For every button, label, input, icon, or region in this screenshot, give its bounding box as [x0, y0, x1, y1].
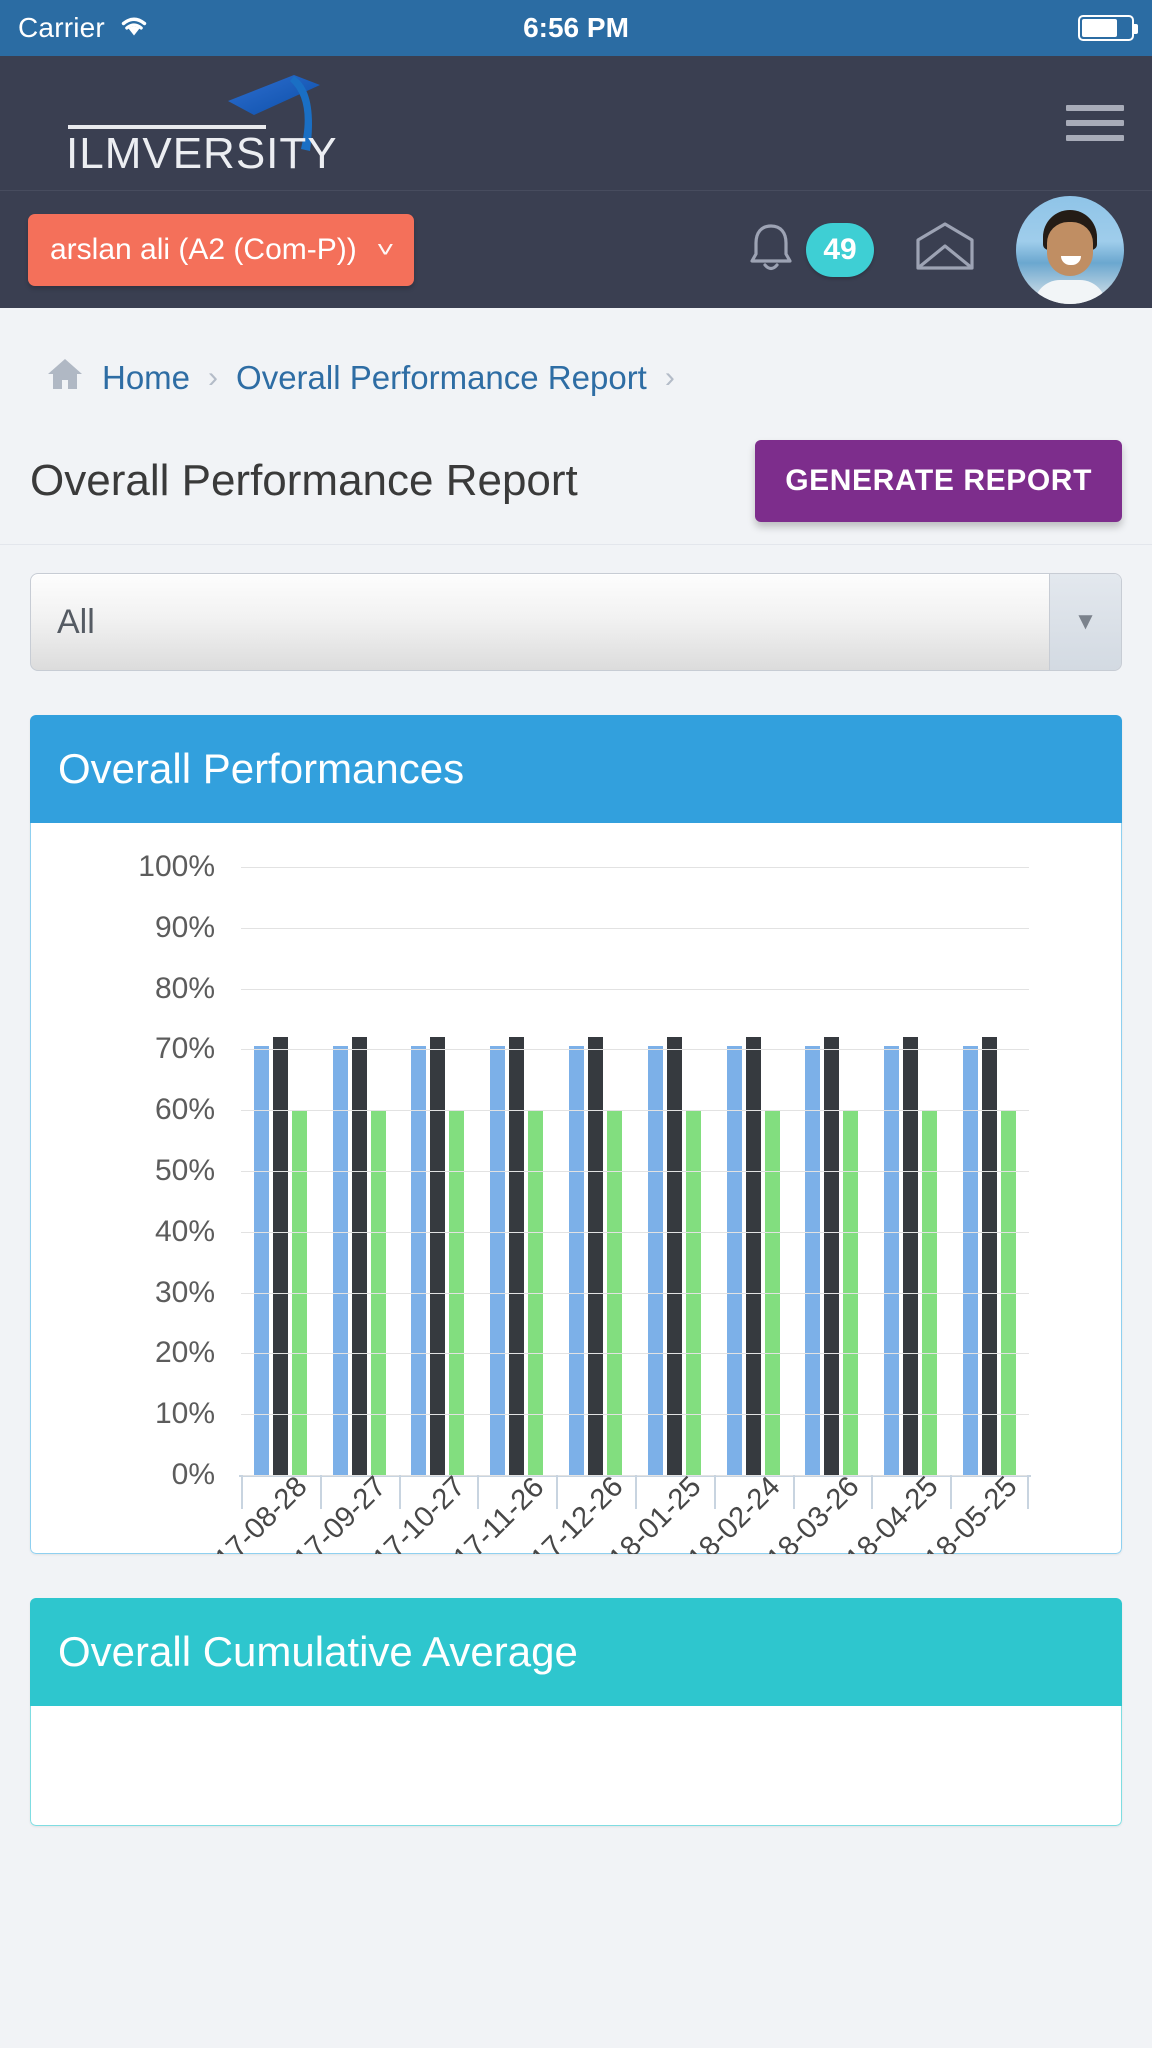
chart-gridline: 100% — [138, 850, 1029, 883]
breadcrumb-item-home[interactable]: Home — [102, 359, 190, 397]
chart-x-tick — [477, 1475, 480, 1509]
chart-gridline: 60% — [155, 1093, 1029, 1126]
main-content: Home › Overall Performance Report › Over… — [0, 308, 1152, 1826]
user-toolbar-actions: 49 — [744, 195, 1124, 304]
chart-y-tick-label: 90% — [154, 910, 215, 944]
report-filter-selected-value: All — [57, 602, 95, 641]
chart-x-tick — [556, 1475, 559, 1509]
breadcrumb-item-report[interactable]: Overall Performance Report — [236, 359, 647, 397]
chart-x-tick — [871, 1475, 874, 1509]
chart-gridline: 70% — [155, 1032, 1029, 1065]
chart-bar — [588, 1037, 604, 1475]
breadcrumb: Home › Overall Performance Report › — [0, 308, 1152, 440]
user-context-dropdown[interactable]: arslan ali (A2 (Com-P)) ˅ — [28, 213, 414, 286]
caret-down-icon: ▼ — [1049, 574, 1121, 670]
chart-y-tick-label: 30% — [154, 1275, 215, 1309]
generate-report-button[interactable]: GENERATE REPORT — [755, 440, 1122, 522]
chart-gridline: 40% — [155, 1215, 1029, 1248]
envelope-icon — [914, 222, 976, 276]
chart-gridline: 10% — [155, 1397, 1029, 1430]
chart-y-tick-label: 70% — [154, 1032, 215, 1066]
messages-button[interactable] — [914, 222, 976, 277]
user-context-label: arslan ali (A2 (Com-P)) — [50, 232, 357, 266]
chart-gridline: 80% — [155, 972, 1029, 1005]
status-bar-left: Carrier — [18, 12, 151, 44]
chart-bar — [666, 1037, 682, 1475]
avatar[interactable] — [1016, 195, 1124, 304]
wifi-icon — [117, 13, 151, 44]
carrier-label: Carrier — [18, 12, 105, 43]
chart-y-tick-label: 60% — [154, 1093, 215, 1127]
overall-performances-card: Overall Performances 100% 90% 80% 70% 60% 50%… — [30, 715, 1122, 1554]
chart-gridline: 20% — [155, 1336, 1029, 1369]
chart-y-tick-label: 40% — [154, 1214, 215, 1248]
status-bar-clock: 6:56 PM — [523, 12, 629, 43]
chart-bar — [745, 1037, 761, 1475]
overall-performances-card-body: 100% 90% 80% 70% 60% 50% 40% 30% 20% 10% 0% 2017-0… — [30, 823, 1122, 1554]
chart-bar — [824, 1037, 840, 1475]
hamburger-menu-icon[interactable] — [1066, 105, 1124, 141]
chart-bar — [272, 1037, 288, 1475]
chart-y-tick-label: 0% — [171, 1458, 215, 1491]
logo-text: ILMVERSITY — [66, 129, 338, 178]
chart-bar — [509, 1037, 525, 1475]
status-bar-right — [1078, 15, 1138, 41]
user-toolbar: arslan ali (A2 (Com-P)) ˅ 49 — [0, 190, 1152, 308]
chart-x-tick — [1027, 1475, 1029, 1509]
chevron-down-icon: ˅ — [376, 236, 395, 262]
performance-bar-chart: 100% 90% 80% 70% 60% 50% 40% 30% 20% 10% 0% 2017-0… — [31, 823, 1121, 1554]
bell-icon — [744, 218, 798, 281]
chart-x-tick — [398, 1475, 401, 1509]
page-header: Overall Performance Report GENERATE REPO… — [0, 440, 1152, 545]
chart-x-tick — [713, 1475, 716, 1509]
chart-plot-area: 100% 90% 80% 70% 60% 50% 40% 30% 20% 10% 0% — [138, 850, 1031, 1509]
status-bar: Carrier 6:56 PM — [0, 0, 1152, 56]
notifications-button[interactable]: 49 — [744, 218, 874, 281]
overall-cumulative-average-card-body — [30, 1706, 1122, 1826]
chart-x-tick — [792, 1475, 795, 1509]
chart-gridline: 50% — [155, 1154, 1029, 1187]
chart-x-tick — [950, 1475, 953, 1509]
chart-x-tick — [241, 1475, 243, 1509]
chart-bar — [430, 1037, 446, 1475]
overall-performances-card-title: Overall Performances — [30, 715, 1122, 823]
battery-icon — [1078, 15, 1138, 41]
chart-y-tick-label: 20% — [154, 1336, 215, 1370]
breadcrumb-separator: › — [208, 361, 219, 394]
overall-cumulative-average-card-title: Overall Cumulative Average — [30, 1598, 1122, 1706]
chart-y-tick-label: 10% — [154, 1397, 215, 1431]
chart-bar — [982, 1037, 998, 1475]
chart-x-tick — [319, 1475, 322, 1509]
app-logo[interactable]: ILMVERSITY — [38, 73, 368, 178]
home-icon[interactable] — [46, 356, 84, 400]
chart-gridline: 30% — [155, 1276, 1029, 1309]
notification-count-badge: 49 — [806, 222, 874, 277]
app-navbar: ILMVERSITY — [0, 56, 1152, 190]
chart-y-tick-label: 100% — [138, 850, 215, 883]
chart-y-tick-label: 80% — [154, 971, 215, 1005]
chart-gridline: 90% — [155, 911, 1029, 944]
chart-bar — [903, 1037, 919, 1475]
report-filter-select[interactable]: All ▼ — [30, 573, 1122, 671]
chart-y-tick-label: 50% — [154, 1154, 215, 1187]
chart-x-tick — [635, 1475, 637, 1509]
breadcrumb-separator-end: › — [664, 361, 675, 394]
chart-bar — [351, 1037, 367, 1475]
page-title: Overall Performance Report — [30, 456, 578, 505]
overall-cumulative-average-card: Overall Cumulative Average — [30, 1598, 1122, 1826]
